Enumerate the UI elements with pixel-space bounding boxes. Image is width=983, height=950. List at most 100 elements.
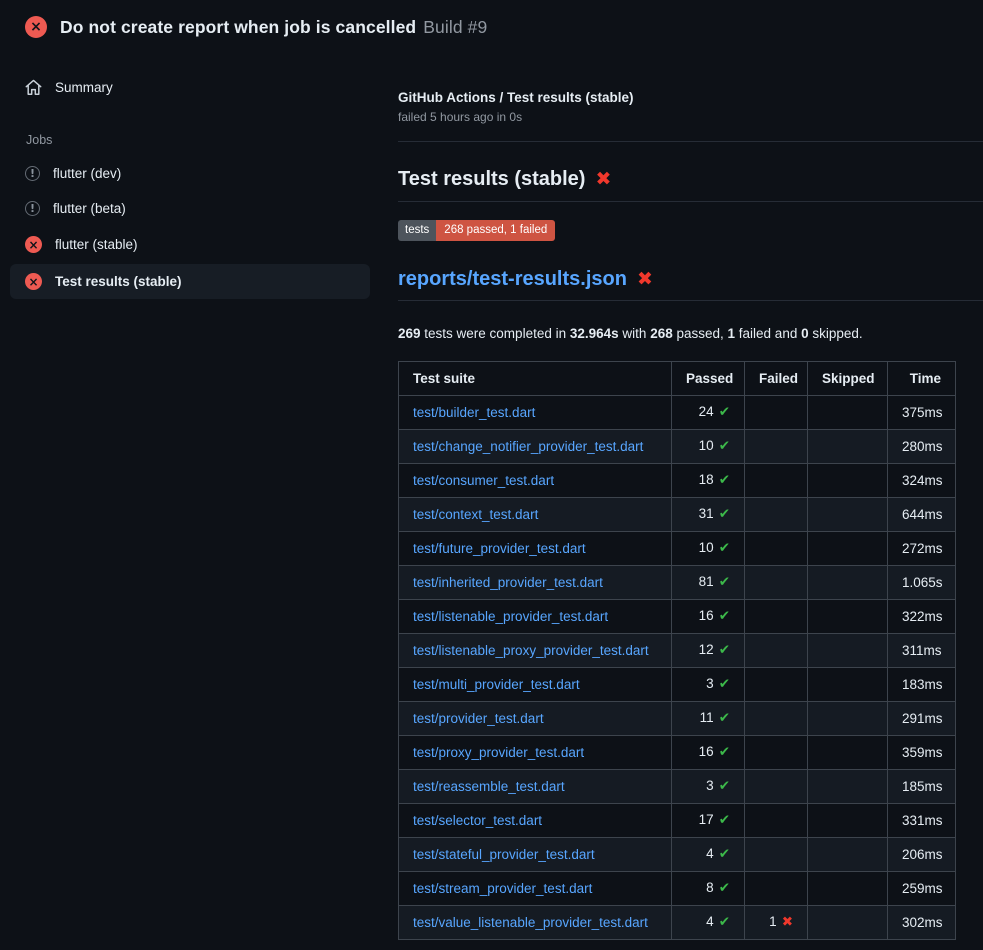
skipped-cell: [808, 395, 888, 429]
skipped-cell: [808, 701, 888, 735]
count-value: 17: [699, 812, 714, 827]
table-row: test/context_test.dart31✔644ms: [399, 497, 956, 531]
cross-mark-icon: ✖: [595, 170, 611, 189]
time-cell: 272ms: [888, 531, 956, 565]
suite-link[interactable]: test/provider_test.dart: [413, 711, 544, 726]
summary-segment: failed and: [735, 326, 801, 341]
check-mark-icon: ✔: [719, 880, 730, 896]
check-mark-icon: ✔: [719, 914, 730, 930]
sidebar-item-label: flutter (stable): [55, 237, 138, 252]
failed-status-icon: ×: [25, 16, 47, 38]
passed-cell: 18 ✔: [672, 463, 745, 497]
build-number: Build #9: [423, 17, 487, 37]
suite-cell: test/stateful_provider_test.dart: [399, 837, 672, 871]
failed-cell: [745, 633, 808, 667]
failed-cell: [745, 837, 808, 871]
suite-link[interactable]: test/builder_test.dart: [413, 405, 535, 420]
time-cell: 183ms: [888, 667, 956, 701]
col-header-failed: Failed: [745, 361, 808, 395]
col-header-passed: Passed: [672, 361, 745, 395]
check-run-header: × Do not create report when job is cance…: [0, 0, 983, 52]
table-row: test/provider_test.dart11✔291ms: [399, 701, 956, 735]
section-title: Test results (stable) ✖: [398, 168, 983, 202]
suite-link[interactable]: test/stateful_provider_test.dart: [413, 847, 595, 862]
failed-cell: [745, 429, 808, 463]
home-icon: [25, 79, 42, 96]
skipped-cell: [808, 803, 888, 837]
check-mark-icon: ✔: [719, 744, 730, 760]
sidebar-item-flutter-beta[interactable]: !flutter (beta): [10, 192, 370, 225]
sidebar-item-label: flutter (dev): [53, 166, 121, 181]
suite-link[interactable]: test/context_test.dart: [413, 507, 538, 522]
failed-cell: [745, 463, 808, 497]
suite-link[interactable]: test/proxy_provider_test.dart: [413, 745, 584, 760]
table-row: test/value_listenable_provider_test.dart…: [399, 905, 956, 939]
passed-cell: 12✔: [672, 633, 745, 667]
count-value: 31: [699, 506, 714, 521]
passed-cell: 10✔: [672, 429, 745, 463]
sidebar-item-summary[interactable]: Summary: [10, 70, 370, 105]
time-cell: 185ms: [888, 769, 956, 803]
neutral-icon: !: [25, 166, 40, 181]
count-value: 3: [706, 778, 714, 793]
suite-cell: test/multi_provider_test.dart: [399, 667, 672, 701]
count-value: 12: [699, 642, 714, 657]
skipped-cell: [808, 531, 888, 565]
passed-cell: 4✔: [672, 837, 745, 871]
suite-cell: test/future_provider_test.dart: [399, 531, 672, 565]
sidebar-item-test-results-stable[interactable]: ×Test results (stable): [10, 264, 370, 299]
count-value: 1: [769, 914, 777, 929]
check-mark-icon: ✔: [719, 846, 730, 862]
count-value: 24: [699, 404, 714, 419]
table-row: test/stateful_provider_test.dart4✔206ms: [399, 837, 956, 871]
suite-link[interactable]: test/multi_provider_test.dart: [413, 677, 580, 692]
summary-segment: 269: [398, 326, 421, 341]
suite-link[interactable]: test/listenable_proxy_provider_test.dart: [413, 643, 649, 658]
count-value: 4: [706, 846, 714, 861]
skipped-cell: [808, 871, 888, 905]
table-row: test/multi_provider_test.dart3✔183ms: [399, 667, 956, 701]
suite-link[interactable]: test/inherited_provider_test.dart: [413, 575, 603, 590]
time-cell: 291ms: [888, 701, 956, 735]
check-title: GitHub Actions / Test results (stable): [398, 90, 983, 105]
check-mark-icon: ✔: [719, 676, 730, 692]
report-link[interactable]: reports/test-results.json: [398, 268, 627, 291]
suite-link[interactable]: test/selector_test.dart: [413, 813, 542, 828]
summary-segment: 0: [801, 326, 809, 341]
count-value: 18: [699, 472, 714, 487]
passed-cell: 81✔: [672, 565, 745, 599]
failed-cell: [745, 395, 808, 429]
suite-link[interactable]: test/reassemble_test.dart: [413, 779, 565, 794]
check-mark-icon: ✔: [719, 472, 730, 488]
sidebar-item-label: Test results (stable): [55, 274, 182, 289]
suite-link[interactable]: test/change_notifier_provider_test.dart: [413, 439, 643, 454]
suite-cell: test/inherited_provider_test.dart: [399, 565, 672, 599]
table-row: test/builder_test.dart24✔375ms: [399, 395, 956, 429]
table-row: test/inherited_provider_test.dart81✔1.06…: [399, 565, 956, 599]
suite-link[interactable]: test/listenable_provider_test.dart: [413, 609, 608, 624]
suite-cell: test/proxy_provider_test.dart: [399, 735, 672, 769]
time-cell: 311ms: [888, 633, 956, 667]
suite-cell: test/consumer_test.dart: [399, 463, 672, 497]
check-subtitle: failed 5 hours ago in 0s: [398, 110, 983, 124]
count-value: 11: [700, 710, 714, 725]
count-value: 16: [699, 744, 714, 759]
sidebar-item-flutter-dev[interactable]: ! flutter (dev): [10, 157, 370, 190]
check-mark-icon: ✔: [719, 404, 730, 420]
sidebar-jobs: ! flutter (dev) !flutter (beta)×flutter (s…: [0, 157, 380, 299]
badge-label: tests: [398, 220, 436, 241]
sidebar-item-flutter-stable[interactable]: ×flutter (stable): [10, 227, 370, 262]
passed-cell: 3✔: [672, 769, 745, 803]
check-mark-icon: ✔: [719, 540, 730, 556]
suite-link[interactable]: test/consumer_test.dart: [413, 473, 554, 488]
suite-link[interactable]: test/stream_provider_test.dart: [413, 881, 592, 896]
sidebar-item-label: Summary: [55, 80, 113, 95]
summary-segment: 1: [728, 326, 736, 341]
passed-cell: 31✔: [672, 497, 745, 531]
suite-link[interactable]: test/value_listenable_provider_test.dart: [413, 915, 648, 930]
count-value: 8: [706, 880, 714, 895]
suite-link[interactable]: test/future_provider_test.dart: [413, 541, 586, 556]
summary-segment: skipped.: [809, 326, 863, 341]
table-row: test/change_notifier_provider_test.dart 1…: [399, 429, 956, 463]
skipped-cell: [808, 905, 888, 939]
